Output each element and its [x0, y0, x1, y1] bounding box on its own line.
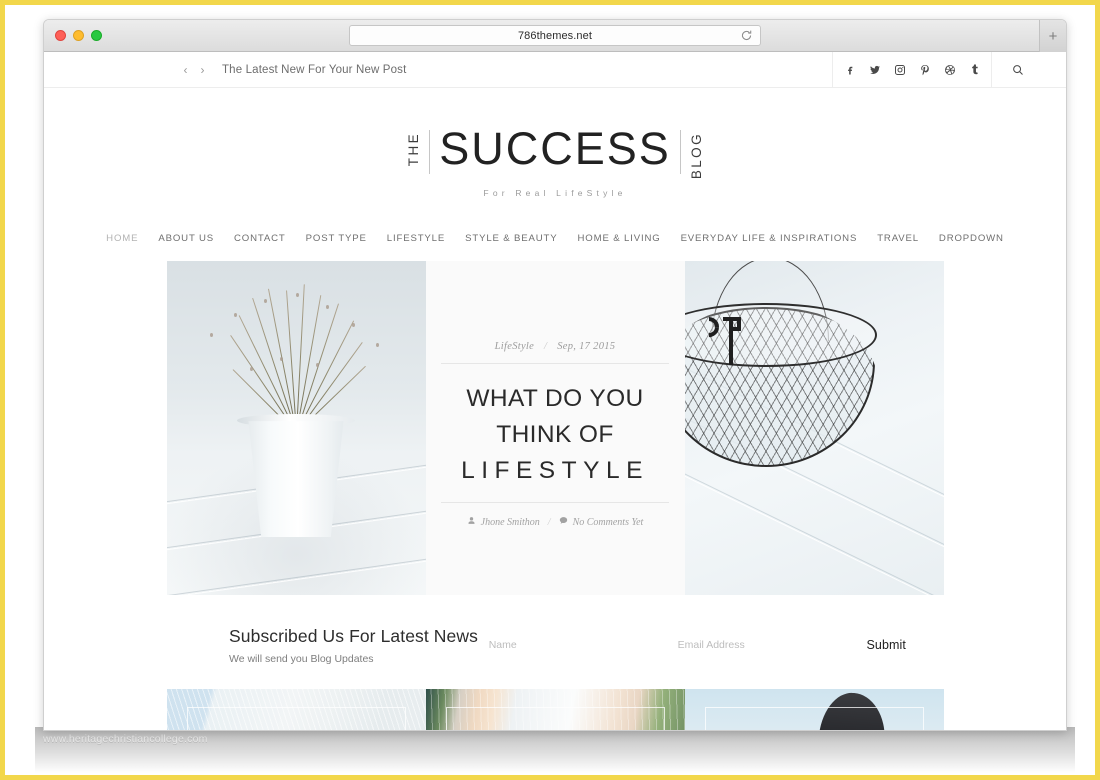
featured-post-text: LifeStyle / Sep, 17 2015 WHAT DO YOU THI… [425, 261, 685, 596]
featured-image-right[interactable] [684, 261, 944, 596]
meta-separator: / [544, 341, 548, 353]
ticker-prev-button[interactable]: ‹ [177, 63, 194, 77]
subscribe-subtitle: We will send you Blog Updates [229, 652, 374, 665]
key-object [708, 317, 741, 366]
zoom-window-button[interactable] [91, 30, 102, 41]
window-controls [55, 30, 102, 41]
subscribe-submit-button[interactable]: Submit [867, 638, 907, 652]
subscribe-name-input[interactable] [488, 633, 678, 658]
nav-item-home-living[interactable]: HOME & LIVING [568, 233, 671, 244]
divider-bottom [441, 502, 669, 504]
post-meta-top: LifeStyle / Sep, 17 2015 [495, 341, 616, 352]
logo-divider-right [679, 130, 681, 174]
post-title-line3: LIFESTYLE [461, 457, 649, 485]
ticker-headline[interactable]: The Latest New For Your New Post [222, 64, 406, 76]
watermark: www.heritagechristiancollege.com [43, 733, 208, 745]
dribbble-icon[interactable] [937, 52, 962, 88]
reload-icon[interactable] [740, 29, 753, 42]
address-bar-url: 786themes.net [517, 29, 593, 42]
nav-item-contact[interactable]: CONTACT [224, 233, 296, 244]
featured-image-left[interactable] [166, 261, 426, 596]
featured-post: LifeStyle / Sep, 17 2015 WHAT DO YOU THI… [44, 261, 1066, 596]
logo-main: SUCCESS [439, 123, 671, 174]
nav-item-travel[interactable]: TRAVEL [867, 233, 929, 244]
post-title-line1: WHAT DO YOU [466, 385, 644, 413]
logo-pre: THE [405, 132, 421, 167]
frame-inner: www.heritagechristiancollege.com 786them… [5, 5, 1095, 775]
post-comments[interactable]: No Comments Yet [573, 517, 644, 528]
main-navigation: HOME ABOUT US CONTACT POST TYPE LIFESTYL… [44, 233, 1066, 244]
subscribe-text: Subscribed Us For Latest News We will se… [229, 626, 489, 665]
post-title-line2: THINK OF [496, 421, 614, 449]
site-top-strip: ‹ › The Latest New For Your New Post [44, 52, 1066, 88]
nav-item-style-beauty[interactable]: STYLE & BEAUTY [455, 233, 567, 244]
logo-divider-left [429, 130, 431, 174]
close-window-button[interactable] [55, 30, 66, 41]
nav-item-post-type[interactable]: POST TYPE [296, 233, 377, 244]
social-links [832, 52, 992, 88]
browser-titlebar: 786themes.net + [44, 20, 1066, 52]
subscribe-title: Subscribed Us For Latest News [229, 625, 478, 646]
plant-foliage [176, 283, 416, 434]
twitter-icon[interactable] [862, 52, 887, 88]
subscribe-section: Subscribed Us For Latest News We will se… [44, 617, 1066, 673]
news-ticker: ‹ › The Latest New For Your New Post [177, 63, 407, 77]
logo-tagline: For Real LifeStyle [483, 188, 627, 199]
subscribe-email-input[interactable] [677, 633, 867, 658]
pinterest-icon[interactable] [912, 52, 937, 88]
post-date: Sep, 17 2015 [557, 341, 616, 353]
post-overlay-frame [186, 707, 406, 730]
nav-item-about-us[interactable]: ABOUT US [148, 233, 224, 244]
post-grid-item-1[interactable] [166, 689, 426, 730]
post-grid-row [44, 689, 1066, 730]
nav-item-everyday-life[interactable]: EVERYDAY LIFE & INSPIRATIONS [671, 233, 868, 244]
nav-item-home[interactable]: HOME [96, 233, 148, 244]
post-category[interactable]: LifeStyle [495, 341, 534, 352]
post-author[interactable]: Jhone Smithon [481, 517, 540, 528]
divider-top [441, 363, 669, 365]
meta-separator-bottom: / [547, 516, 551, 528]
nav-item-dropdown[interactable]: DROPDOWN [929, 233, 1014, 244]
tumblr-icon[interactable] [962, 52, 987, 88]
post-grid-item-2[interactable] [425, 689, 685, 730]
minimize-window-button[interactable] [73, 30, 84, 41]
new-tab-button[interactable]: + [1039, 20, 1066, 52]
facebook-icon[interactable] [837, 52, 862, 88]
site-logo[interactable]: THE SUCCESS BLOG For Real LifeStyle [44, 123, 1066, 199]
flower-pot [248, 421, 344, 538]
logo-post: BLOG [688, 132, 704, 180]
post-grid-item-3[interactable] [684, 689, 944, 730]
outer-frame: www.heritagechristiancollege.com 786them… [0, 0, 1100, 780]
comment-icon [559, 516, 568, 528]
post-title[interactable]: WHAT DO YOU THINK OF LIFESTYLE [461, 381, 649, 489]
user-icon [467, 516, 476, 528]
post-overlay-frame [704, 707, 924, 730]
address-bar[interactable]: 786themes.net [349, 25, 761, 46]
search-icon[interactable] [999, 52, 1037, 88]
site-body: THE SUCCESS BLOG For Real LifeStyle HOME… [44, 88, 1066, 730]
nav-item-lifestyle[interactable]: LIFESTYLE [377, 233, 455, 244]
ticker-next-button[interactable]: › [194, 63, 211, 77]
post-meta-bottom: Jhone Smithon / No Comments Yet [467, 516, 644, 528]
instagram-icon[interactable] [887, 52, 912, 88]
post-overlay-frame [445, 707, 665, 730]
browser-window: 786themes.net + ‹ › The Latest New For Y… [43, 19, 1067, 731]
